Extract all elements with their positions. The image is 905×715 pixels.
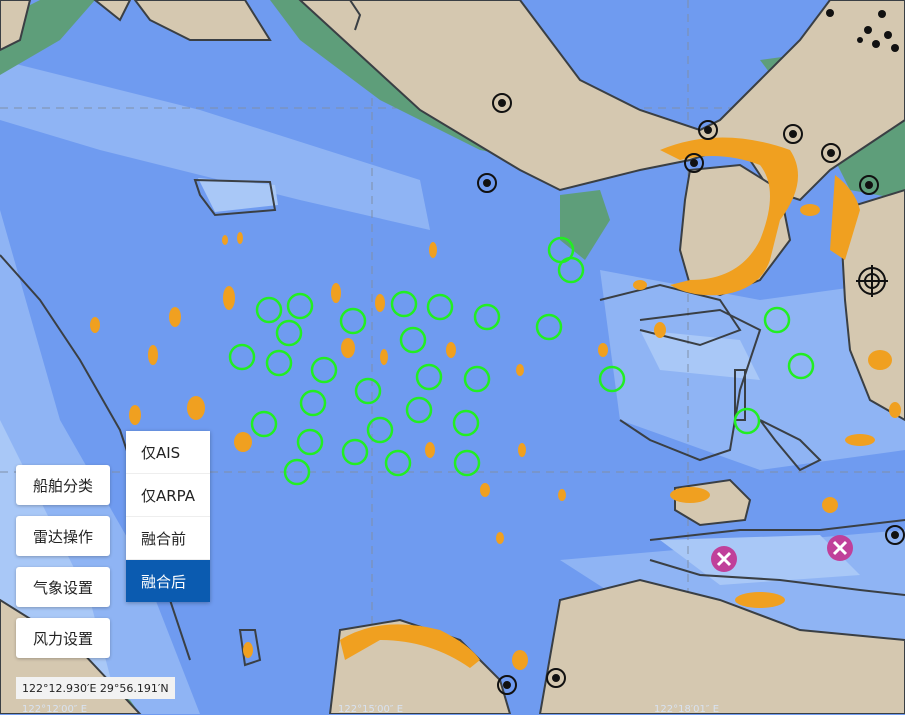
longitude-label: 122°15′00″ E <box>338 704 404 715</box>
fusion-mode-menu: 仅AIS 仅ARPA 融合前 融合后 <box>126 431 210 602</box>
menu-item-before-fusion[interactable]: 融合前 <box>126 517 210 560</box>
longitude-label: 122°18′01″ E <box>654 704 720 715</box>
menu-item-ais-only[interactable]: 仅AIS <box>126 431 210 474</box>
radar-operation-button[interactable]: 雷达操作 <box>16 516 110 556</box>
cursor-coordinate-readout: 122°12.930′E 29°56.191′N <box>16 677 175 699</box>
wind-settings-button[interactable]: 风力设置 <box>16 618 110 658</box>
ship-classification-button[interactable]: 船舶分类 <box>16 465 110 505</box>
menu-item-arpa-only[interactable]: 仅ARPA <box>126 474 210 517</box>
menu-item-after-fusion[interactable]: 融合后 <box>126 560 210 602</box>
weather-settings-button[interactable]: 气象设置 <box>16 567 110 607</box>
hazard-mark-icon <box>711 546 737 572</box>
hazard-mark-icon <box>827 535 853 561</box>
sea-chart[interactable] <box>0 0 905 714</box>
longitude-label: 122°12′00″ E <box>22 704 88 715</box>
